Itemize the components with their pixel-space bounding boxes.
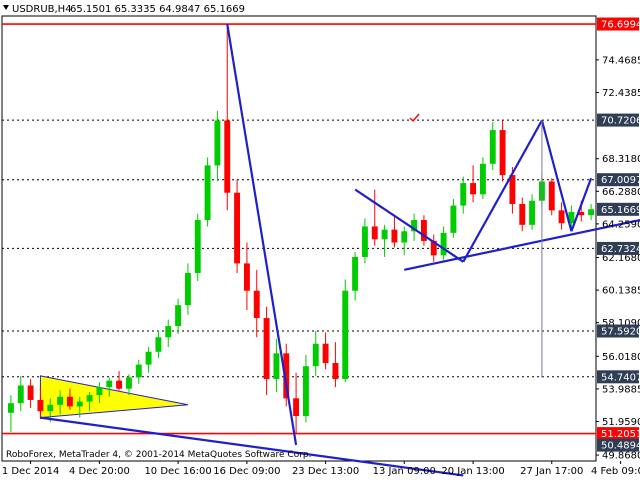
price-badge-label: 57.5920 [601, 327, 640, 338]
candle-body [489, 130, 496, 164]
candle-body [460, 183, 467, 206]
usdrub-h4-chart: 74.468572.438568.318066.288064.259062.16… [0, 0, 640, 480]
candle-body [76, 401, 83, 407]
x-tick-label: 16 Dec 09:00 [213, 466, 280, 477]
y-tick-label: 72.4385 [602, 88, 640, 99]
x-tick-label: 10 Dec 16:00 [144, 466, 211, 477]
candle-body [243, 263, 250, 291]
price-badge-label: 62.7324 [601, 244, 640, 255]
candle-body [450, 205, 457, 233]
candle-body [519, 203, 526, 225]
candle-body [96, 387, 103, 396]
candle-body [352, 256, 359, 291]
y-tick-label: 68.3180 [602, 154, 640, 165]
candle-body [47, 404, 54, 412]
candle-body [391, 229, 398, 243]
candle-body [263, 318, 270, 380]
y-tick-label: 66.2880 [602, 187, 640, 198]
candle-body [479, 163, 486, 195]
y-tick-label: 49.8680 [602, 451, 640, 462]
candle-body [548, 181, 555, 211]
candle-body [17, 385, 24, 404]
candle-body [332, 363, 339, 380]
candle-body [86, 395, 93, 402]
candle-body [293, 398, 300, 417]
y-tick-label: 53.9885 [602, 384, 640, 395]
candle-body [165, 326, 172, 338]
x-tick-label: 4 Feb 09:00 [591, 466, 640, 477]
price-badge-label: 51.2051 [601, 429, 640, 440]
price-badge-label: 50.4894 [601, 441, 640, 452]
candle-body [302, 366, 309, 417]
candle-body [342, 290, 349, 380]
candle-body [273, 353, 280, 380]
candle-body [234, 192, 241, 264]
price-badge-label: 70.7206 [601, 116, 640, 127]
candle-body [37, 399, 44, 412]
candle-body [106, 380, 113, 388]
candle-body [155, 337, 162, 352]
candle-body [322, 343, 329, 364]
candle-body [57, 396, 64, 405]
x-tick-label: 4 Dec 20:00 [69, 466, 130, 477]
x-tick-label: 20 Jan 13:00 [441, 466, 504, 477]
candle-body [558, 210, 565, 224]
chart-symbol: USDRUB,H4 [12, 4, 72, 15]
candle-body [175, 305, 182, 327]
x-tick-label: 23 Dec 13:00 [292, 466, 359, 477]
candle-body [27, 385, 34, 400]
y-tick-label: 74.4685 [602, 55, 640, 66]
y-tick-label: 64.2590 [602, 219, 640, 230]
candle-body [135, 364, 142, 378]
chart-window: 74.4685 72.4385 68.3180 66.2880 64.2590 62.16… [0, 0, 640, 480]
candle-body [470, 183, 477, 195]
y-tick-label: 56.0180 [602, 352, 640, 363]
candle-body [312, 343, 319, 367]
candle-body [7, 403, 14, 413]
candle-body [184, 273, 191, 306]
y-tick-label: 60.1385 [602, 286, 640, 297]
chart-title: USDRUB,H4 65.1501 65.3335 64.9847 65.166… [3, 4, 245, 15]
x-tick-label: 13 Jan 09:00 [373, 466, 436, 477]
candle-body [125, 377, 132, 389]
price-badge-label: 76.6994 [601, 20, 640, 31]
candle-body [116, 380, 123, 389]
candle-body [204, 165, 211, 221]
candle-body [588, 209, 595, 216]
candle-body [253, 290, 260, 319]
candle-body [499, 130, 506, 176]
x-tick-label: 1 Dec 2014 [2, 466, 60, 477]
candle-body [194, 220, 201, 274]
x-tick-label: 27 Jan 17:00 [520, 466, 583, 477]
candle-body [66, 396, 73, 407]
candle-body [440, 232, 447, 256]
candle-body [371, 226, 378, 240]
candle-body [224, 120, 231, 193]
candle-body [361, 226, 368, 257]
candle-body [529, 200, 536, 225]
price-badge-label: 67.0097 [601, 175, 640, 186]
candle-body [381, 229, 388, 240]
price-badge-label: 54.7407 [601, 372, 640, 383]
candle-body [214, 120, 221, 166]
price-badge-label: 65.1669 [601, 205, 640, 216]
candle-body [145, 351, 152, 365]
chart-ohlc: 65.1501 65.3335 64.9847 65.1669 [70, 4, 245, 15]
candle-body [401, 231, 408, 243]
y-tick-label: 51.9590 [602, 417, 640, 428]
copyright-text: RoboForex, MetaTrader 4, © 2001-2014 Met… [6, 450, 312, 460]
